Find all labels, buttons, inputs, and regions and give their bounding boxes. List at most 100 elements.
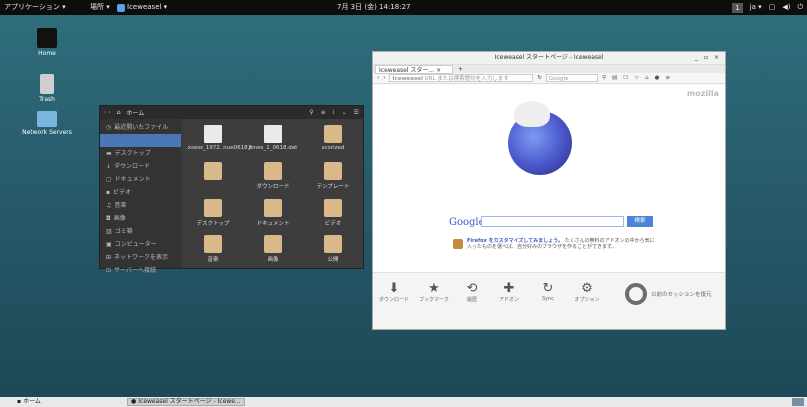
search-icon[interactable]: ⚲ [602, 75, 606, 81]
launcher-bookmarks[interactable]: ★ ブックマーク [414, 273, 454, 303]
desktop-icon-trash[interactable]: Trash [17, 74, 77, 103]
search-bar[interactable]: Google [546, 74, 599, 82]
sidebar-item-downloads[interactable]: ↓ ダウンロード [100, 160, 181, 173]
google-search-input[interactable] [481, 216, 624, 227]
close-icon[interactable]: × [714, 52, 719, 64]
sidebar-item-trash[interactable]: ▥ ゴミ箱 [100, 225, 181, 238]
menu-icon[interactable]: ≡ [665, 75, 670, 81]
back-forward-buttons[interactable]: ‹ › [104, 109, 111, 116]
launcher-sync[interactable]: ↻ Sync [528, 273, 568, 302]
file-item[interactable]: 画像 [246, 235, 300, 263]
back-button[interactable]: ‹ [377, 75, 379, 81]
new-tab-button[interactable]: + [458, 65, 463, 74]
sidebar-item-label: 音楽 [114, 202, 127, 209]
clock-icon: ◷ [106, 124, 112, 131]
file-label: ドキュメント [256, 221, 290, 227]
sidebar-item-pictures[interactable]: ◘ 画像 [100, 212, 181, 225]
sidebar-item-label: ダウンロード [114, 163, 151, 170]
file-item[interactable]: デスクトップ [186, 199, 240, 227]
location-title[interactable]: ホーム [127, 108, 145, 117]
file-item[interactable]: ダウンロード [246, 162, 300, 190]
sidebar-item-documents[interactable]: ▢ ドキュメント [100, 173, 181, 186]
search-button[interactable]: 検索 [627, 216, 653, 227]
launcher-options[interactable]: ⚙ オプション [567, 273, 607, 303]
launcher-label: ブックマーク [418, 297, 449, 303]
star-icon: ★ [428, 281, 440, 296]
iceweasel-logo [508, 101, 572, 175]
close-icon[interactable]: × [436, 67, 441, 73]
sidebar-item-computer[interactable]: ▣ コンピューター [100, 238, 181, 251]
sidebar-item-label: コンピューター [114, 241, 157, 248]
desktop-icon-label: Trash [39, 96, 55, 103]
launcher-addons[interactable]: ✚ アドオン [489, 273, 529, 303]
sidebar-item-home[interactable] [100, 134, 181, 147]
file-item[interactable]: .xsess_1972..nue0618.f [186, 125, 251, 151]
launcher-history[interactable]: ⟲ 履歴 [452, 273, 492, 303]
workspace-switcher[interactable] [792, 398, 804, 406]
file-item[interactable]: ドキュメント [246, 199, 300, 227]
public-folder-icon [324, 235, 342, 253]
file-item[interactable]: 音楽 [186, 235, 240, 263]
pocket-icon[interactable]: ● [655, 75, 660, 81]
sidebar-item-network[interactable]: ⊞ ネットワークを表示 [100, 251, 181, 264]
mozilla-logo: mozilla [686, 89, 719, 98]
file-item[interactable] [186, 162, 240, 182]
volume-icon[interactable]: ◀) [782, 0, 790, 15]
browser-titlebar[interactable]: Iceweasel スタートページ - Iceweasel _ ▫ × [373, 52, 725, 64]
workspace-indicator[interactable]: 1 [732, 2, 743, 13]
places-menu[interactable]: 場所 ▾ [90, 0, 110, 15]
sidebar-item-connect-server[interactable]: ⊡ サーバーへ接続 [100, 264, 181, 277]
bookmarks-icon[interactable]: ☐ [623, 75, 628, 81]
clock[interactable]: 7月 3日 (金) 14:18:27 [337, 0, 410, 15]
file-item[interactable]: テンプレート [306, 162, 360, 190]
launcher-label: オプション [574, 297, 600, 303]
tab-start-page[interactable]: Iceweasel スター... × [375, 65, 453, 74]
grid-view-icon[interactable]: ⁞ [333, 109, 335, 116]
minimize-icon[interactable]: _ [695, 52, 698, 64]
maximize-icon[interactable]: ▫ [704, 52, 708, 64]
puzzle-icon: ✚ [503, 281, 515, 296]
active-window-menu[interactable]: Iceweasel ▾ [117, 0, 167, 15]
list-view-icon[interactable]: ≡ [321, 109, 326, 116]
search-icon[interactable]: ⚲ [309, 109, 313, 116]
menu-icon[interactable]: ☰ [354, 109, 359, 116]
taskbar-item-browser[interactable]: ● Iceweasel スタートページ - Icewe... [127, 398, 245, 406]
desktop-folder-icon [204, 199, 222, 217]
sidebar-item-music[interactable]: ♫ 音楽 [100, 199, 181, 212]
url-bar[interactable]: Iceweasel URL または検索語句を入力します [389, 74, 534, 82]
file-item[interactable]: Jones_1_0618.dat [246, 125, 300, 151]
taskbar-item-home[interactable]: ▪ ホーム [14, 398, 44, 406]
file-label: scorized [321, 145, 345, 151]
top-panel: アプリケーション ▾ 場所 ▾ Iceweasel ▾ 7月 3日 (金) 14… [0, 0, 807, 15]
fm-sidebar: ◷ 最近開いたファイル ▬ デスクトップ ↓ ダウンロード ▢ ドキュメント ▪ ビデオ … [100, 119, 181, 274]
video-folder-icon [324, 199, 342, 217]
iceweasel-icon: ● [131, 398, 137, 405]
file-label: デスクトップ [196, 221, 230, 227]
home-icon[interactable]: ⌂ [645, 75, 649, 81]
file-item[interactable]: 公開 [306, 235, 360, 263]
forward-button[interactable]: › [383, 75, 385, 81]
applications-menu[interactable]: アプリケーション ▾ [4, 0, 66, 15]
restore-icon [625, 283, 647, 305]
reader-icon[interactable]: ▤ [612, 75, 617, 81]
restore-session-button[interactable]: 以前のセッションを復元 [625, 283, 712, 305]
reload-icon[interactable]: ↻ [537, 75, 542, 81]
sidebar-item-desktop[interactable]: ▬ デスクトップ [100, 147, 181, 160]
file-manager-window: ‹ › ⌂ ホーム ⚲ ≡ ⁞ ⌄ ☰ ◷ 最近開いたファイル ▬ デスクトップ ↓… [99, 105, 364, 274]
file-item[interactable]: scorized [306, 125, 360, 151]
power-icon[interactable]: ⏻ [797, 0, 803, 15]
launcher-label: アドオン [498, 297, 519, 303]
window-icon[interactable]: ▢ [769, 0, 776, 15]
sidebar-item-videos[interactable]: ▪ ビデオ [100, 186, 181, 199]
star-icon[interactable]: ☆ [634, 75, 639, 81]
launcher-downloads[interactable]: ⬇ ダウンロード [374, 273, 414, 303]
desktop-icon-home[interactable]: Home [17, 28, 77, 57]
download-folder-icon [264, 162, 282, 180]
window-controls: _ ▫ × [695, 52, 719, 64]
chevron-down-icon[interactable]: ⌄ [342, 109, 347, 116]
window-title: Iceweasel スタートページ - Iceweasel [494, 54, 604, 61]
file-item[interactable]: ビデオ [306, 199, 360, 227]
sidebar-item-recent[interactable]: ◷ 最近開いたファイル [100, 121, 181, 134]
desktop-icon-network[interactable]: Network Servers [8, 111, 86, 136]
input-method-menu[interactable]: ja ▾ [750, 0, 762, 15]
